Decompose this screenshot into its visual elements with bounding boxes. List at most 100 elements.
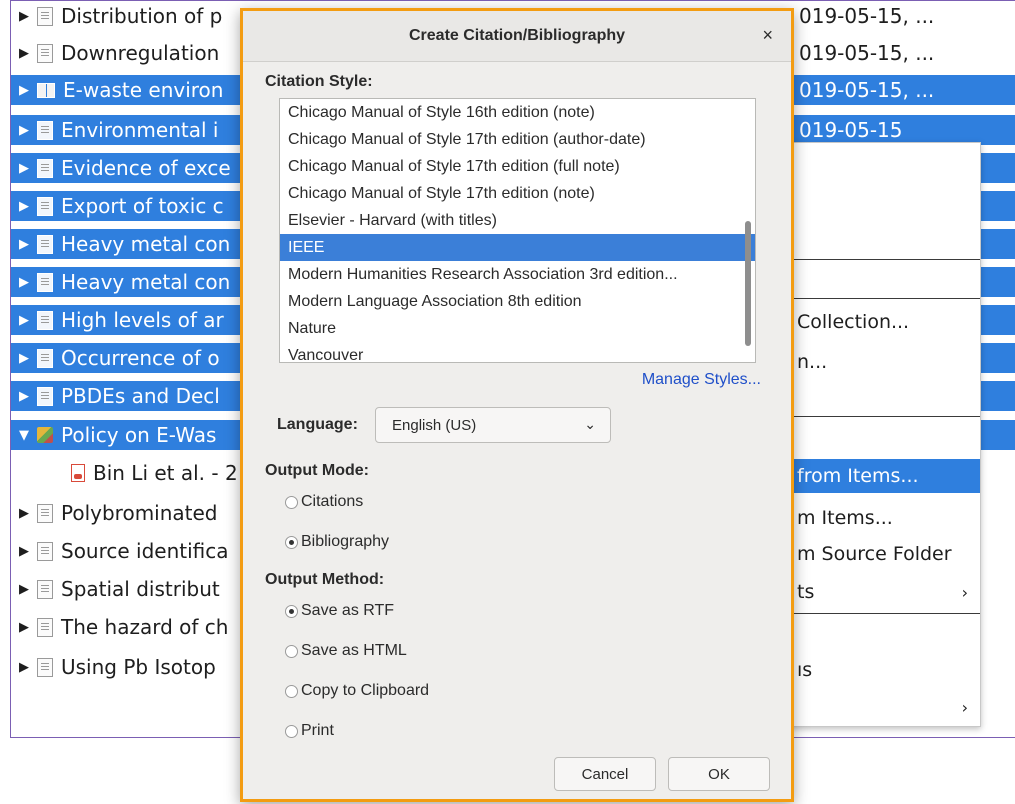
style-list-item[interactable]: IEEE [280, 234, 755, 261]
radio-button[interactable] [285, 495, 298, 509]
style-list-item[interactable]: Modern Humanities Research Association 3… [280, 261, 755, 288]
list-item-title: Occurrence of o [61, 346, 220, 370]
document-icon [37, 43, 53, 63]
radio-save-as-rtf[interactable]: Save as RTF [285, 599, 394, 623]
pdf-icon [71, 464, 85, 482]
menu-item-label: m Items... [797, 507, 893, 529]
document-icon [37, 120, 53, 140]
create-citation-dialog: Create Citation/Bibliography × Citation … [240, 8, 794, 802]
menu-item-label: ts [797, 581, 815, 603]
radio-label: Save as RTF [301, 602, 395, 619]
expand-down-icon[interactable]: ▼ [15, 428, 33, 443]
citation-style-list[interactable]: Chicago Manual of Style 16th edition (no… [279, 98, 756, 363]
document-icon [37, 196, 53, 216]
style-list-item[interactable]: Chicago Manual of Style 17th edition (no… [280, 180, 755, 207]
list-item-title: Polybrominated [61, 501, 218, 525]
expand-right-icon[interactable]: ▶ [15, 237, 33, 252]
list-item-date: 019-05-15 [799, 118, 903, 142]
radio-copy-to-clipboard[interactable]: Copy to Clipboard [285, 679, 429, 703]
style-list-item[interactable]: Modern Language Association 8th edition [280, 288, 755, 315]
close-icon[interactable]: × [762, 25, 773, 46]
document-icon [37, 541, 53, 561]
expand-right-icon[interactable]: ▶ [15, 582, 33, 597]
style-list-item[interactable]: Chicago Manual of Style 17th edition (fu… [280, 153, 755, 180]
list-item-title: Evidence of exce [61, 156, 231, 180]
menu-item-label: ıs [797, 659, 813, 681]
radio-citations[interactable]: Citations [285, 490, 363, 514]
list-item-title: Environmental i [61, 118, 219, 142]
radio-button-checked[interactable] [285, 604, 298, 618]
radio-bibliography[interactable]: Bibliography [285, 530, 389, 554]
radio-label: Citations [301, 493, 364, 510]
radio-label: Save as HTML [301, 642, 407, 659]
list-item-date: 019-05-15, ... [799, 4, 935, 28]
language-select[interactable]: English (US) ⌄ [375, 407, 611, 443]
menu-item-label: m Source Folder [797, 543, 952, 565]
list-item-date: 019-05-15, ... [799, 41, 935, 65]
citation-style-label: Citation Style: [265, 73, 373, 90]
style-list-items: Chicago Manual of Style 16th edition (no… [280, 99, 755, 362]
list-item-title: Spatial distribut [61, 577, 220, 601]
expand-right-icon[interactable]: ▶ [15, 161, 33, 176]
dialog-titlebar: Create Citation/Bibliography × [243, 11, 791, 62]
document-icon [37, 617, 53, 637]
menu-item-label: from Items... [797, 465, 919, 487]
radio-print[interactable]: Print [285, 719, 334, 743]
dialog-title: Create Citation/Bibliography [408, 27, 626, 44]
chevron-right-icon: › [961, 582, 968, 602]
cancel-button[interactable]: Cancel [554, 757, 656, 791]
list-item-title: Downregulation [61, 41, 220, 65]
manage-styles-link[interactable]: Manage Styles... [642, 371, 761, 389]
expand-right-icon[interactable]: ▶ [15, 389, 33, 404]
ok-button[interactable]: OK [668, 757, 770, 791]
style-list-item[interactable]: Chicago Manual of Style 16th edition (no… [280, 99, 755, 126]
list-item-date: 019-05-15, ... [799, 78, 935, 102]
expand-right-icon[interactable]: ▶ [15, 506, 33, 521]
output-mode-label: Output Mode: [265, 462, 369, 479]
list-item-title: High levels of ar [61, 308, 224, 332]
output-method-label: Output Method: [265, 571, 385, 588]
chevron-right-icon: › [961, 697, 968, 717]
document-icon [37, 310, 53, 330]
radio-button-checked[interactable] [285, 535, 298, 549]
expand-right-icon[interactable]: ▶ [15, 46, 33, 61]
radio-label: Print [301, 722, 334, 739]
list-item-title: E-waste environ [63, 78, 224, 102]
style-list-item[interactable]: Nature [280, 315, 755, 342]
expand-right-icon[interactable]: ▶ [15, 544, 33, 559]
list-item-title: The hazard of ch [61, 615, 229, 639]
style-list-scrollbar[interactable] [745, 221, 751, 346]
radio-button[interactable] [285, 644, 298, 658]
document-icon [37, 579, 53, 599]
document-icon [37, 386, 53, 406]
expand-right-icon[interactable]: ▶ [15, 620, 33, 635]
list-item-title: Export of toxic c [61, 194, 224, 218]
radio-label: Copy to Clipboard [301, 682, 430, 699]
style-list-item[interactable]: Elsevier - Harvard (with titles) [280, 207, 755, 234]
chevron-down-icon: ⌄ [584, 416, 596, 432]
list-item-title: Source identifica [61, 539, 229, 563]
menu-item-label: n... [797, 351, 828, 373]
radio-button[interactable] [285, 724, 298, 738]
list-item-title: Policy on E-Was [61, 423, 217, 447]
expand-right-icon[interactable]: ▶ [15, 275, 33, 290]
list-item-title: Using Pb Isotop [61, 655, 216, 679]
list-item-title: Distribution of p [61, 4, 223, 28]
expand-right-icon[interactable]: ▶ [15, 313, 33, 328]
style-list-item[interactable]: Vancouver [280, 342, 755, 362]
radio-save-as-html[interactable]: Save as HTML [285, 639, 407, 663]
radio-button[interactable] [285, 684, 298, 698]
list-item-title: Heavy metal con [61, 270, 231, 294]
document-icon [37, 503, 53, 523]
list-item-title: Heavy metal con [61, 232, 231, 256]
radio-label: Bibliography [301, 533, 390, 550]
language-label: Language: [277, 416, 358, 433]
style-list-item[interactable]: Chicago Manual of Style 17th edition (au… [280, 126, 755, 153]
expand-right-icon[interactable]: ▶ [15, 9, 33, 24]
expand-right-icon[interactable]: ▶ [15, 199, 33, 214]
expand-right-icon[interactable]: ▶ [15, 123, 33, 138]
expand-right-icon[interactable]: ▶ [15, 351, 33, 366]
expand-right-icon[interactable]: ▶ [15, 660, 33, 675]
list-item-title: Bin Li et al. - 2 [93, 461, 238, 485]
expand-right-icon[interactable]: ▶ [15, 83, 33, 98]
